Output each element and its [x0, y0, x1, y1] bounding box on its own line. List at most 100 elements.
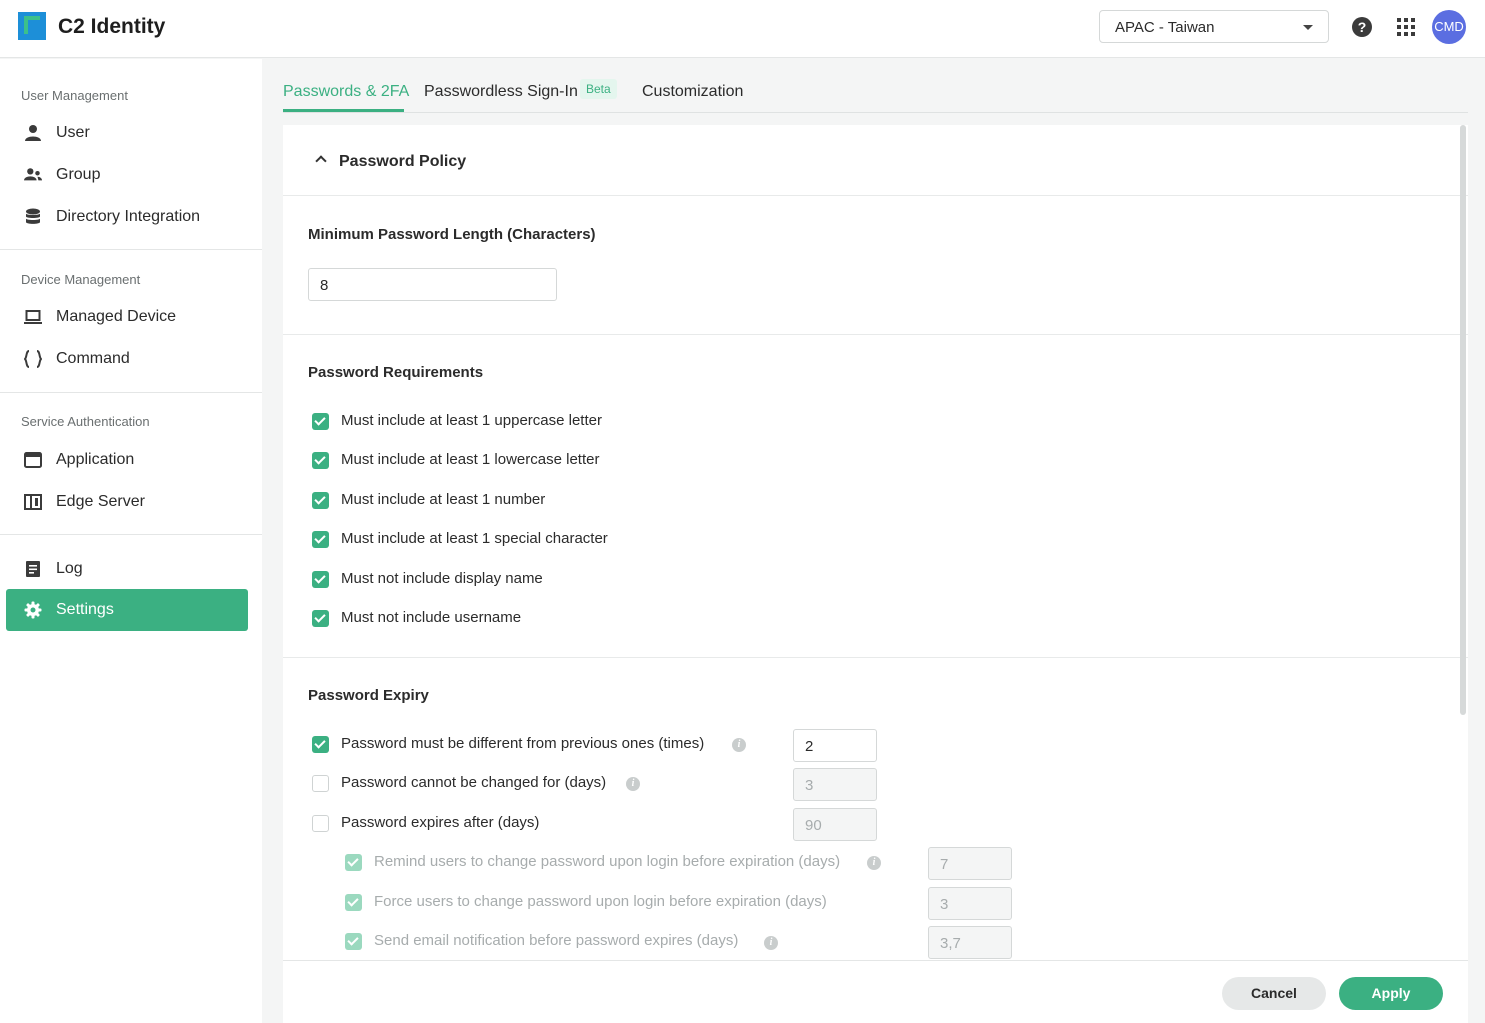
checkbox-label: Password expires after (days) — [341, 814, 540, 831]
region-value: APAC - Taiwan — [1115, 19, 1215, 36]
avatar[interactable]: CMD — [1432, 10, 1466, 44]
sidebar-item-label: Application — [56, 451, 135, 468]
sidebar-divider — [0, 249, 262, 250]
sidebar-item-edge-server[interactable]: Edge Server — [6, 481, 248, 523]
cannot-change-days-value: 3 — [805, 777, 814, 794]
apps-grid-icon[interactable] — [1397, 18, 1415, 36]
min-length-label: Minimum Password Length (Characters) — [308, 226, 596, 243]
force-days-input[interactable]: 3 — [928, 887, 1012, 920]
cannot-change-days-input[interactable]: 3 — [793, 768, 877, 801]
active-tab-indicator — [283, 109, 404, 112]
section-title-user-management: User Management — [21, 88, 128, 103]
info-icon[interactable]: i — [732, 738, 746, 752]
checkbox[interactable] — [312, 531, 329, 548]
sidebar-item-log[interactable]: Log — [6, 548, 248, 590]
checkbox[interactable] — [345, 933, 362, 950]
min-length-input[interactable]: 8 — [308, 268, 557, 301]
sidebar-item-label: Settings — [56, 601, 114, 618]
panel-title: Password Policy — [339, 153, 467, 170]
min-length-value: 8 — [320, 277, 329, 294]
expires-after-days-value: 90 — [805, 817, 822, 834]
info-icon[interactable]: i — [764, 936, 778, 950]
expiry-title: Password Expiry — [308, 687, 429, 704]
app-window-icon — [24, 452, 42, 468]
gear-icon — [24, 601, 42, 619]
braces-icon — [24, 350, 42, 368]
caret-down-icon — [1303, 25, 1313, 30]
force-days-value: 3 — [940, 896, 949, 913]
email-days-value: 3,7 — [940, 935, 961, 952]
checkbox-label: Force users to change password upon logi… — [374, 893, 827, 910]
sidebar: User Management User Group Directory Int… — [0, 59, 262, 1023]
settings-tabs: Passwords & 2FA Passwordless Sign-In Bet… — [283, 59, 1468, 113]
previous-passwords-input[interactable]: 2 — [793, 729, 877, 762]
help-icon[interactable]: ? — [1352, 17, 1372, 37]
sidebar-item-command[interactable]: Command — [6, 338, 248, 380]
info-icon[interactable]: i — [626, 777, 640, 791]
checkbox[interactable] — [312, 610, 329, 627]
tab-passwordless-sign-in[interactable]: Passwordless Sign-In — [424, 83, 578, 101]
checkbox-label: Remind users to change password upon log… — [374, 853, 841, 870]
info-icon[interactable]: i — [867, 856, 881, 870]
sidebar-item-label: User — [56, 124, 90, 141]
sidebar-divider — [0, 534, 262, 535]
server-icon — [24, 494, 42, 510]
password-policy-panel: Password Policy Minimum Password Length … — [283, 125, 1468, 960]
action-footer: Cancel Apply — [283, 960, 1468, 1023]
checkbox[interactable] — [312, 571, 329, 588]
sidebar-item-managed-device[interactable]: Managed Device — [6, 296, 248, 338]
checkbox-label: Must include at least 1 lowercase letter — [341, 451, 600, 468]
tab-customization[interactable]: Customization — [642, 83, 743, 101]
top-bar: C2 Identity APAC - Taiwan ? CMD — [0, 0, 1485, 58]
sidebar-item-label: Edge Server — [56, 493, 145, 510]
section-divider — [283, 334, 1468, 335]
database-icon — [26, 208, 40, 224]
sidebar-item-label: Group — [56, 166, 101, 183]
previous-passwords-value: 2 — [805, 738, 814, 755]
laptop-icon — [24, 310, 42, 324]
sidebar-item-settings[interactable]: Settings — [6, 589, 248, 631]
checkbox-label: Must include at least 1 number — [341, 491, 546, 508]
checkbox-label: Must not include display name — [341, 570, 543, 587]
checkbox-label: Must not include username — [341, 609, 522, 626]
password-policy-header[interactable]: Password Policy — [283, 125, 1468, 196]
checkbox-label: Send email notification before password … — [374, 932, 739, 949]
checkbox-label: Password cannot be changed for (days) — [341, 774, 607, 791]
sidebar-item-label: Command — [56, 350, 130, 367]
region-select[interactable]: APAC - Taiwan — [1099, 10, 1329, 43]
user-icon — [25, 125, 41, 141]
email-days-input[interactable]: 3,7 — [928, 926, 1012, 959]
sidebar-item-label: Managed Device — [56, 308, 177, 325]
checkbox[interactable] — [312, 413, 329, 430]
checkbox[interactable] — [312, 736, 329, 753]
sidebar-item-label: Directory Integration — [56, 208, 201, 225]
chevron-up-icon[interactable] — [315, 155, 327, 167]
app-title[interactable]: C2 Identity — [58, 15, 165, 39]
panel-scrollbar[interactable] — [1460, 125, 1466, 715]
section-title-device-management: Device Management — [21, 272, 141, 287]
section-divider — [283, 657, 1468, 658]
checkbox-label: Must include at least 1 uppercase letter — [341, 412, 602, 429]
apply-button[interactable]: Apply — [1339, 977, 1443, 1010]
log-icon — [26, 561, 40, 577]
checkbox[interactable] — [312, 452, 329, 469]
beta-badge: Beta — [580, 79, 617, 99]
sidebar-item-user[interactable]: User — [6, 112, 248, 154]
checkbox[interactable] — [345, 854, 362, 871]
tab-passwords-2fa[interactable]: Passwords & 2FA — [283, 83, 409, 101]
remind-days-value: 7 — [940, 856, 949, 873]
sidebar-divider — [0, 392, 262, 393]
section-title-service-authentication: Service Authentication — [21, 414, 150, 429]
checkbox[interactable] — [345, 894, 362, 911]
expires-after-days-input[interactable]: 90 — [793, 808, 877, 841]
c2-logo-icon[interactable] — [18, 12, 46, 40]
sidebar-item-application[interactable]: Application — [6, 439, 248, 481]
sidebar-item-directory-integration[interactable]: Directory Integration — [6, 196, 248, 238]
checkbox[interactable] — [312, 815, 329, 832]
checkbox[interactable] — [312, 492, 329, 509]
remind-days-input[interactable]: 7 — [928, 847, 1012, 880]
checkbox[interactable] — [312, 775, 329, 792]
checkbox-label: Password must be different from previous… — [341, 735, 705, 752]
cancel-button[interactable]: Cancel — [1222, 977, 1326, 1010]
sidebar-item-group[interactable]: Group — [6, 154, 248, 196]
